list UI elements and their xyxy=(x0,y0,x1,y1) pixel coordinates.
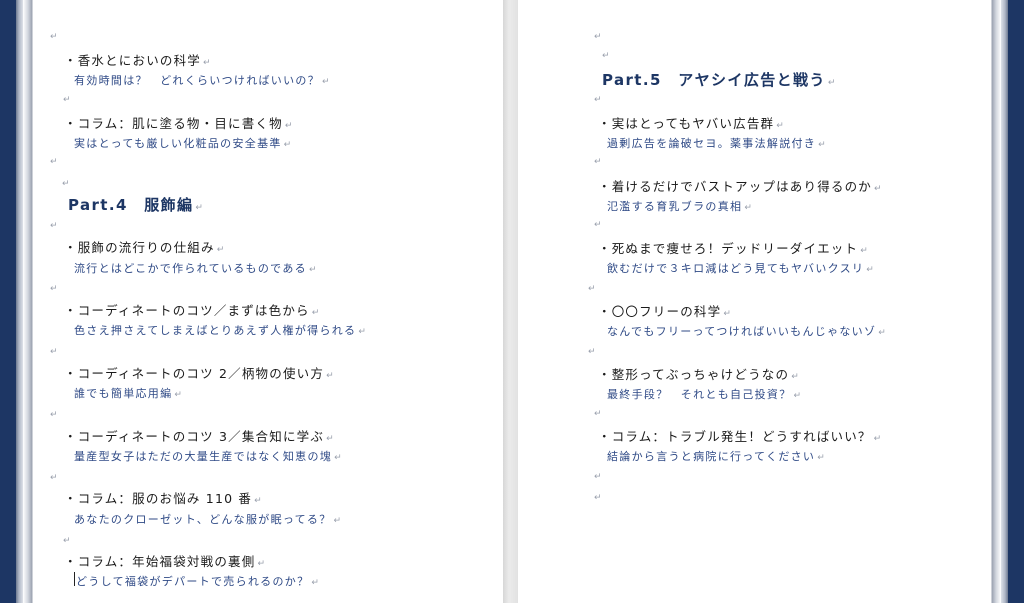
paragraph-mark: ↵ xyxy=(594,95,602,105)
toc-entry-subtitle[interactable]: どうして福袋がデパートで売られるのか？ ↵ xyxy=(76,573,319,589)
paragraph-mark: ↵ xyxy=(594,472,602,482)
paragraph-mark: ↵ xyxy=(594,157,602,167)
paragraph-mark: ↵ xyxy=(63,95,71,105)
paragraph-mark: ↵ xyxy=(50,410,58,420)
toc-entry-subtitle[interactable]: なんでもフリーってつければいいもんじゃないゾ ↵ xyxy=(607,323,886,339)
paragraph-mark: ↵ xyxy=(50,157,58,167)
toc-entry-title[interactable]: ・整形ってぶっちゃけどうなの ↵ xyxy=(598,364,799,383)
paragraph-mark: ↵ xyxy=(602,51,610,61)
paragraph-mark: ↵ xyxy=(594,409,602,419)
toc-entry-subtitle[interactable]: 氾濫する育乳ブラの真相 ↵ xyxy=(607,198,752,214)
right-page[interactable]: ↵ ↵ ↵ ↵ ↵ ↵ ↵ ↵ ↵ ↵ Part.5 アヤシイ広告と戦う ↵ ・実… xyxy=(518,0,1024,603)
paragraph-mark: ↵ xyxy=(62,179,70,189)
toc-entry-subtitle[interactable]: 流行とはどこかで作られているものである ↵ xyxy=(74,260,316,276)
paragraph-mark: ↵ xyxy=(63,536,71,546)
section-heading[interactable]: Part.4 服飾編 ↵ xyxy=(68,194,203,215)
paragraph-mark: ↵ xyxy=(50,32,58,42)
toc-entry-subtitle[interactable]: 実はとっても厳しい化粧品の安全基準 ↵ xyxy=(74,135,291,151)
paragraph-mark: ↵ xyxy=(588,284,596,294)
paragraph-mark: ↵ xyxy=(588,347,596,357)
toc-entry-title[interactable]: ・香水とにおいの科学 ↵ xyxy=(64,50,211,69)
paragraph-mark: ↵ xyxy=(594,493,602,503)
toc-entry-title[interactable]: ・コーディネートのコツ 3／集合知に学ぶ ↵ xyxy=(64,426,334,445)
toc-entry-title[interactable]: ・死ぬまで痩せろ！デッドリーダイエット ↵ xyxy=(598,238,868,257)
paragraph-mark: ↵ xyxy=(594,220,602,230)
toc-entry-title[interactable]: ・コーディネートのコツ 2／柄物の使い方 ↵ xyxy=(64,363,334,382)
toc-entry-title[interactable]: ・コラム：トラブル発生！どうすればいい？ ↵ xyxy=(598,426,881,445)
paragraph-mark: ↵ xyxy=(594,32,602,42)
toc-entry-title[interactable]: ・服飾の流行りの仕組み ↵ xyxy=(64,237,224,256)
toc-entry-subtitle[interactable]: 過剰広告を論破セヨ。薬事法解説付き ↵ xyxy=(607,135,826,151)
toc-entry-title[interactable]: ・着けるだけでバストアップはあり得るのか ↵ xyxy=(598,176,882,195)
toc-entry-title[interactable]: ・〇〇フリーの科学 ↵ xyxy=(598,301,731,320)
text-cursor xyxy=(74,572,75,586)
page-gutter xyxy=(503,0,518,603)
toc-entry-title[interactable]: ・コーディネートのコツ／まずは色から ↵ xyxy=(64,300,319,319)
left-page[interactable]: ↵ ↵ ↵ ↵ ↵ ↵ ↵ ↵ ↵ ↵ ・香水とにおいの科学 ↵ 有効時間は？ ど… xyxy=(0,0,503,603)
left-ornament xyxy=(16,0,38,603)
toc-entry-title[interactable]: ・実はとってもヤバい広告群 ↵ xyxy=(598,113,784,132)
paragraph-mark: ↵ xyxy=(50,221,58,231)
right-ornament xyxy=(986,0,1008,603)
toc-entry-subtitle[interactable]: 最終手段？ それとも自己投資？ ↵ xyxy=(607,386,801,402)
toc-entry-subtitle[interactable]: 量産型女子はただの大量生産ではなく知恵の塊 ↵ xyxy=(74,448,342,464)
toc-entry-subtitle[interactable]: 結論から言うと病院に行ってください ↵ xyxy=(607,448,825,464)
toc-entry-title[interactable]: ・コラム：服のお悩み 110 番 ↵ xyxy=(64,488,262,507)
section-heading[interactable]: Part.5 アヤシイ広告と戦う ↵ xyxy=(602,69,835,90)
toc-entry-title[interactable]: ・コラム：年始福袋対戦の裏側 ↵ xyxy=(64,551,265,570)
toc-entry-subtitle[interactable]: あなたのクローゼット、どんな服が眠ってる？ ↵ xyxy=(74,511,341,527)
toc-entry-subtitle[interactable]: 色さえ押さえてしまえばとりあえず人権が得られる ↵ xyxy=(74,322,366,338)
toc-entry-subtitle[interactable]: 誰でも簡単応用編 ↵ xyxy=(74,385,182,401)
paragraph-mark: ↵ xyxy=(50,473,58,483)
toc-entry-title[interactable]: ・コラム：肌に塗る物・目に書く物 ↵ xyxy=(64,113,292,132)
toc-entry-subtitle[interactable]: 有効時間は？ どれくらいつければいいの？ ↵ xyxy=(74,72,330,88)
toc-entry-subtitle[interactable]: 飲むだけで３キロ減はどう見てもヤバいクスリ ↵ xyxy=(607,260,874,276)
paragraph-mark: ↵ xyxy=(50,347,58,357)
paragraph-mark: ↵ xyxy=(50,284,58,294)
